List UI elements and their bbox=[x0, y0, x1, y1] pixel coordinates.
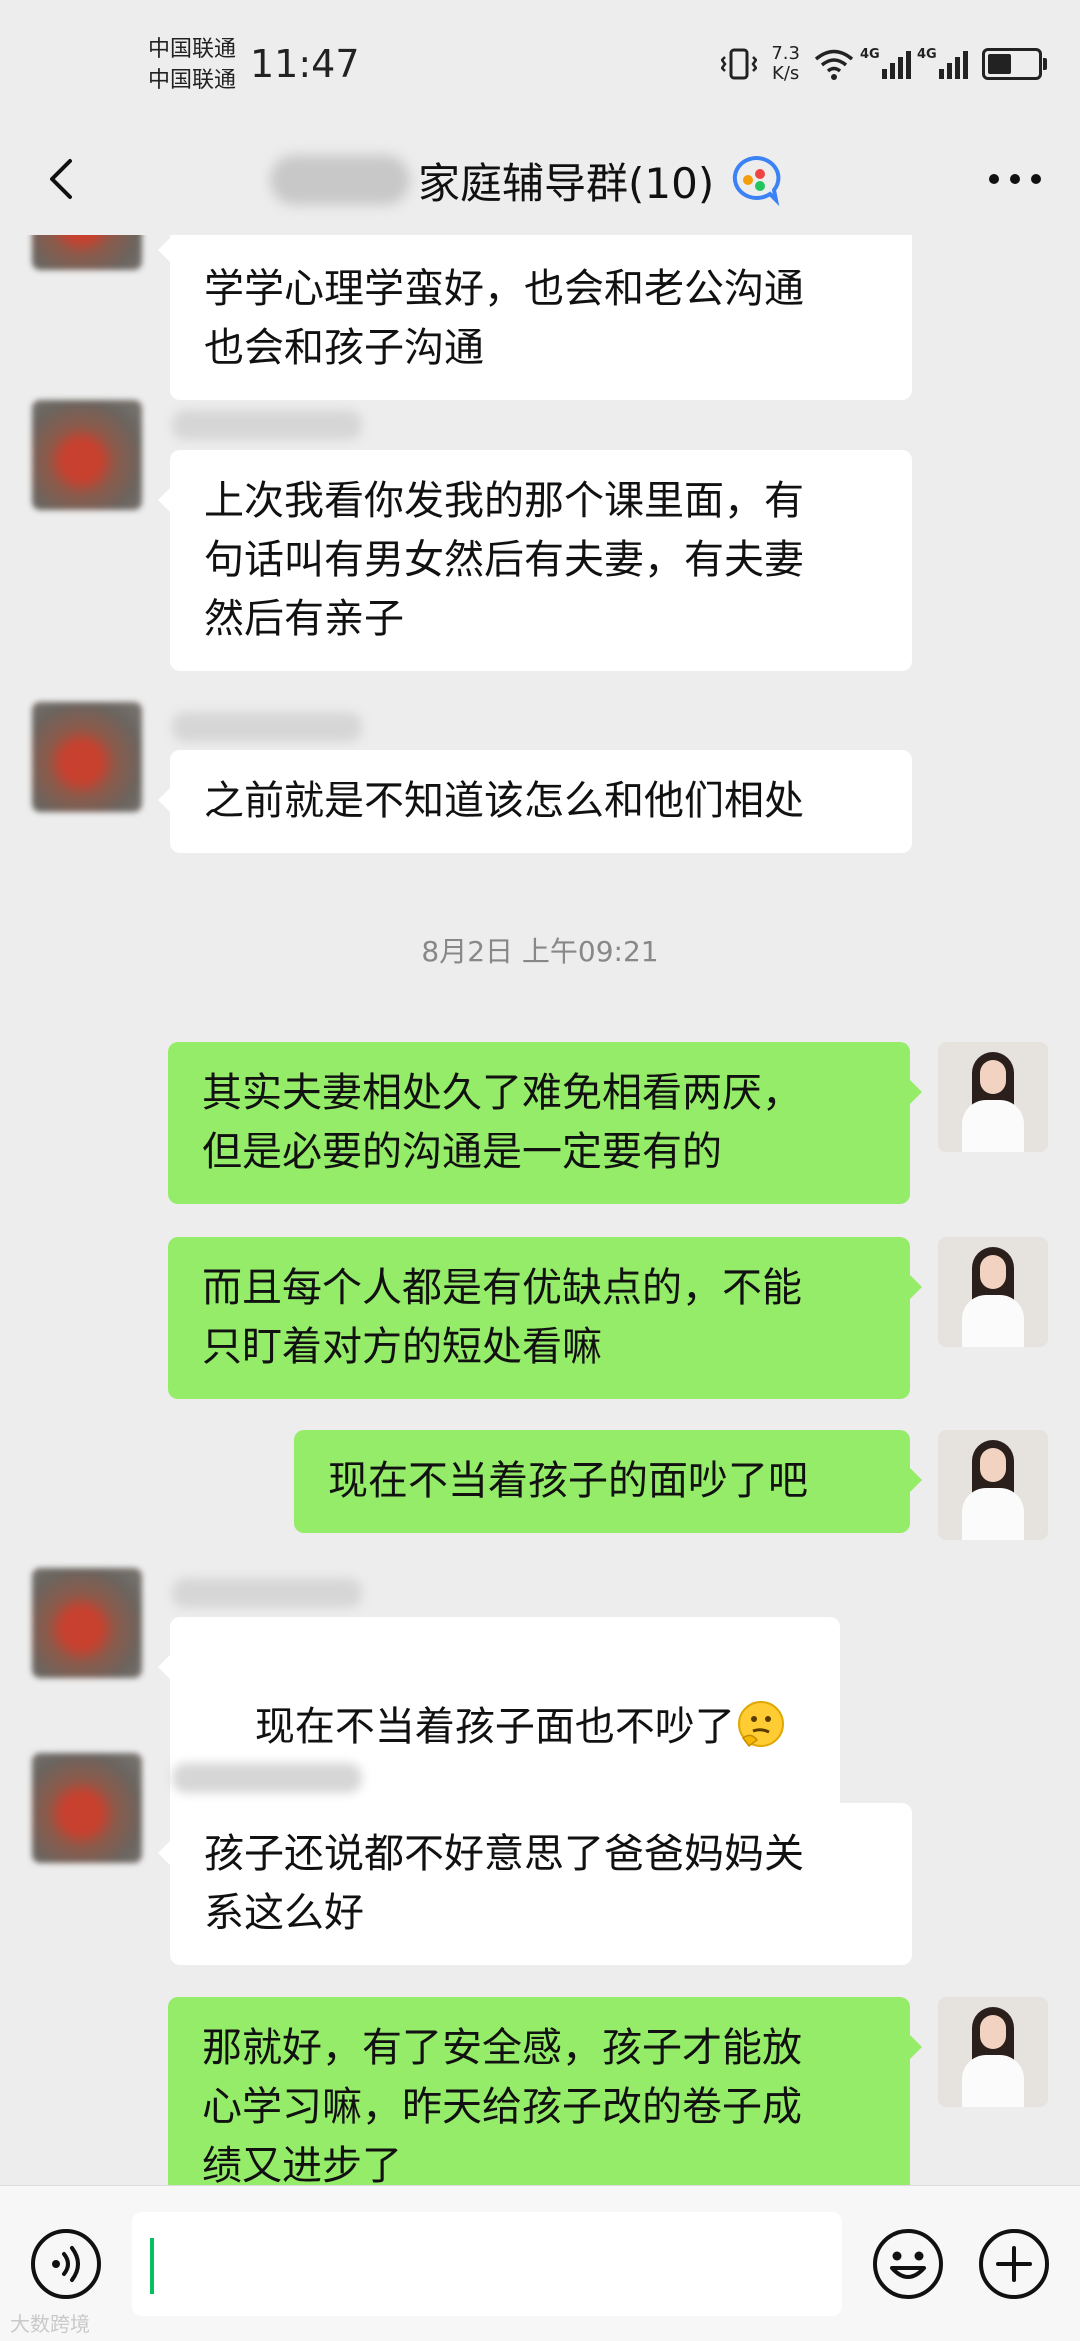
message-bubble[interactable]: 上次我看你发我的那个课里面，有 句话叫有男女然后有夫妻，有夫妻 然后有亲子 bbox=[158, 450, 912, 671]
thinking-face-icon bbox=[737, 1701, 784, 1748]
battery-icon bbox=[982, 48, 1047, 80]
net-speed: 7.3 K/s bbox=[771, 44, 800, 84]
sender-name bbox=[172, 410, 362, 440]
message-text: 现在不当着孩子面也不吵了 bbox=[254, 1704, 735, 1750]
more-options-button[interactable] bbox=[980, 151, 1050, 207]
net-speed-value: 7.3 bbox=[771, 43, 800, 64]
message-bubble[interactable]: 学学心理学蛮好，也会和老公沟通 也会和孩子沟通 bbox=[158, 235, 912, 400]
carrier-label-1: 中国联通 bbox=[148, 37, 237, 62]
chat-title: 家庭辅导群(10) bbox=[418, 158, 715, 208]
signal-bars-2-icon: 4G bbox=[917, 47, 968, 79]
carrier-label-2: 中国联通 bbox=[148, 68, 237, 93]
watermark: 大数跨境 bbox=[10, 2312, 90, 2336]
plus-button[interactable] bbox=[976, 2226, 1052, 2302]
message-bubble[interactable]: 而且每个人都是有优缺点的，不能 只盯着对方的短处看嘛 bbox=[168, 1237, 922, 1399]
member-avatar[interactable] bbox=[32, 702, 142, 812]
self-avatar[interactable] bbox=[938, 1237, 1048, 1347]
chat-timestamp: 8月2日 上午09:21 bbox=[421, 935, 659, 968]
back-button[interactable] bbox=[34, 149, 94, 209]
status-bar: 中国联通 中国联通 11:47 7.3 K/s 4G 4G bbox=[0, 0, 1080, 125]
blurred-name bbox=[270, 155, 410, 205]
member-avatar[interactable] bbox=[32, 235, 142, 270]
chat-header: 家庭辅导群(10) bbox=[0, 125, 1080, 235]
signal-bars-1-icon: 4G bbox=[860, 47, 911, 79]
sender-name bbox=[172, 1578, 362, 1608]
sender-name bbox=[172, 1763, 362, 1793]
status-clock: 11:47 bbox=[250, 42, 360, 86]
text-caret bbox=[150, 2238, 154, 2294]
message-bubble[interactable]: 之前就是不知道该怎么和他们相处 bbox=[158, 750, 912, 853]
wifi-icon bbox=[814, 49, 854, 80]
carrier-labels: 中国联通 中国联通 bbox=[148, 34, 236, 96]
status-icons: 7.3 K/s 4G 4G bbox=[721, 44, 1047, 84]
signal-label-2: 4G bbox=[917, 47, 937, 62]
self-avatar[interactable] bbox=[938, 1042, 1048, 1152]
signal-label-1: 4G bbox=[860, 47, 880, 62]
message-bubble[interactable]: 孩子还说都不好意思了爸爸妈妈关 系这么好 bbox=[158, 1803, 912, 1965]
chat-title-wrap[interactable]: 家庭辅导群(10) bbox=[270, 145, 786, 215]
message-bubble[interactable]: 那就好，有了安全感，孩子才能放 心学习嘛，昨天给孩子改的卷子成 绩又进步了 bbox=[168, 1997, 922, 2185]
emoji-button[interactable] bbox=[870, 2226, 946, 2302]
message-bubble[interactable]: 其实夫妻相处久了难免相看两厌， 但是必要的沟通是一定要有的 bbox=[168, 1042, 922, 1204]
member-avatar[interactable] bbox=[32, 400, 142, 510]
group-chat-icon bbox=[733, 155, 781, 207]
battery-fill bbox=[988, 54, 1012, 74]
sender-name bbox=[172, 712, 362, 742]
net-speed-unit: K/s bbox=[772, 63, 800, 84]
message-bubble[interactable]: 现在不当着孩子的面吵了吧 bbox=[294, 1430, 922, 1533]
member-avatar[interactable] bbox=[32, 1753, 142, 1863]
self-avatar[interactable] bbox=[938, 1430, 1048, 1540]
message-input[interactable] bbox=[132, 2212, 842, 2316]
member-avatar[interactable] bbox=[32, 1568, 142, 1678]
message-list[interactable]: 学学心理学蛮好，也会和老公沟通 也会和孩子沟通 上次我看你发我的那个课里面，有 … bbox=[0, 235, 1080, 2185]
self-avatar[interactable] bbox=[938, 1997, 1048, 2107]
vibrate-icon bbox=[721, 48, 758, 80]
input-bar: 大数跨境 bbox=[0, 2185, 1080, 2341]
voice-button[interactable] bbox=[28, 2226, 104, 2302]
